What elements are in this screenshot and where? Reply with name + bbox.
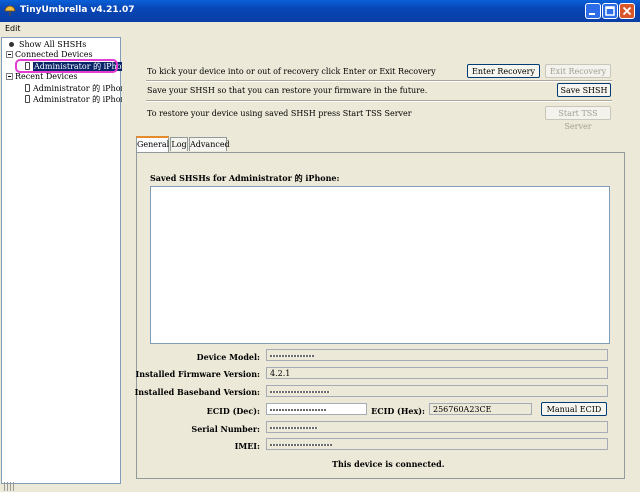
window-title: TinyUmbrella v4.21.07 (20, 5, 135, 15)
collapse-icon[interactable] (6, 51, 13, 58)
tree-group-recent[interactable]: Recent Devices (15, 72, 77, 81)
firmware-version-label: Installed Firmware Version: (135, 369, 260, 379)
ecid-hex-field: 256760A23CE (429, 403, 532, 415)
collapse-icon[interactable] (6, 73, 13, 80)
app-window: TinyUmbrella v4.21.07 Edit Show All SHSH… (0, 0, 640, 492)
device-tree[interactable]: Show All SHSHs Connected Devices Adminis… (1, 37, 133, 484)
minimize-icon (589, 13, 595, 15)
redacted-value (270, 409, 326, 411)
start-tss-server-button[interactable]: Start TSS Server (545, 106, 611, 131)
exit-recovery-button[interactable]: Exit Recovery (545, 64, 611, 78)
enter-recovery-button[interactable]: Enter Recovery (467, 64, 540, 78)
redacted-value (270, 355, 314, 357)
tree-item-recent-device[interactable]: Administrator 的 iPhone (33, 95, 130, 104)
ecid-dec-label: ECID (Dec): (206, 406, 260, 416)
imei-field (266, 438, 608, 450)
firmware-version-field: 4.2.1 (266, 367, 608, 379)
close-icon (622, 6, 632, 16)
resize-grip-icon[interactable] (4, 482, 14, 491)
recovery-instructions: To kick your device into or out of recov… (147, 67, 436, 76)
serial-number-field (266, 421, 608, 433)
tab-general[interactable]: General (136, 136, 169, 152)
manual-ecid-button[interactable]: Manual ECID (541, 402, 607, 416)
ecid-hex-label: ECID (Hex): (371, 406, 425, 416)
tss-instructions: To restore your device using saved SHSH … (147, 109, 412, 118)
tab-advanced[interactable]: Advanced (189, 137, 230, 151)
tree-group-connected[interactable]: Connected Devices (15, 50, 93, 59)
phone-icon (25, 95, 30, 103)
connection-status: This device is connected. (332, 459, 445, 469)
baseband-version-field (266, 385, 608, 397)
save-shsh-button[interactable]: Save SHSH (557, 83, 611, 97)
close-button[interactable] (619, 3, 635, 19)
ecid-dec-field[interactable] (266, 403, 367, 415)
redacted-value (270, 444, 332, 446)
menu-edit[interactable]: Edit (5, 24, 21, 33)
redacted-value (270, 391, 330, 393)
phone-icon (25, 84, 30, 92)
device-model-label: Device Model: (196, 352, 260, 362)
highlight-annotation (15, 59, 118, 73)
umbrella-app-icon (4, 5, 16, 17)
baseband-version-label: Installed Baseband Version: (134, 387, 260, 397)
save-instructions: Save your SHSH so that you can restore y… (147, 86, 428, 95)
redacted-value (270, 427, 318, 429)
menu-bar: Edit (0, 22, 640, 36)
tab-log[interactable]: Log (170, 137, 188, 151)
title-bar[interactable]: TinyUmbrella v4.21.07 (0, 0, 640, 22)
saved-shsh-list[interactable] (150, 186, 610, 344)
tree-item-show-all[interactable]: Show All SHSHs (19, 40, 86, 49)
maximize-icon (605, 6, 615, 16)
divider (146, 80, 612, 82)
device-model-field (266, 349, 608, 361)
saved-shsh-title: Saved SHSHs for Administrator 的 iPhone: (150, 173, 340, 183)
minimize-button[interactable] (585, 3, 601, 19)
tree-item-recent-device[interactable]: Administrator 的 iPhone (33, 84, 130, 93)
serial-number-label: Serial Number: (191, 424, 260, 434)
imei-label: IMEI: (234, 441, 260, 451)
bullet-icon (9, 42, 14, 47)
divider (146, 100, 612, 102)
maximize-button[interactable] (602, 3, 618, 19)
